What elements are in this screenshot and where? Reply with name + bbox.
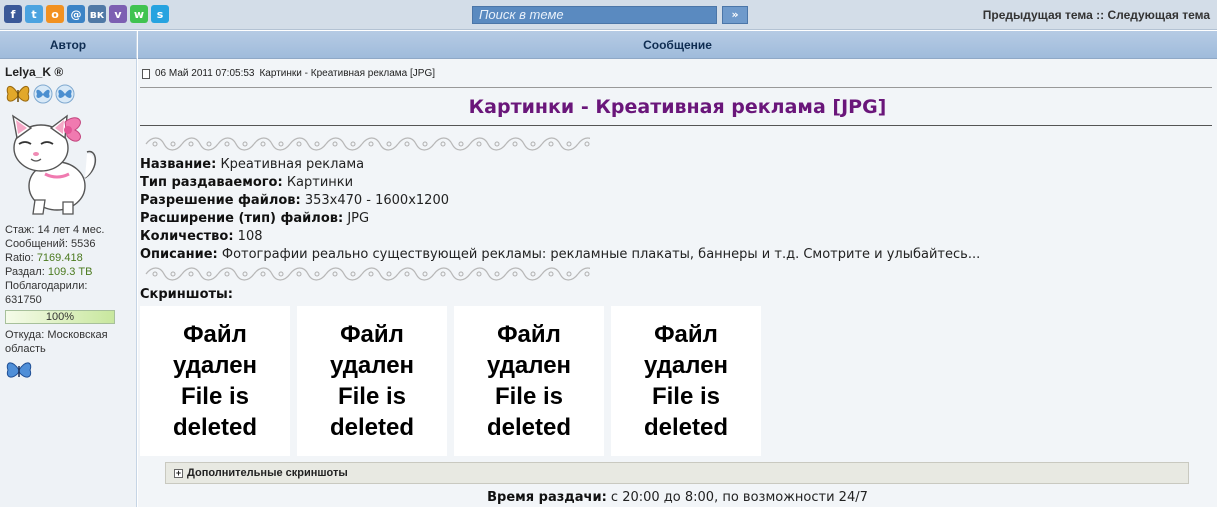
thanks-stat: Поблагодарили: <box>5 280 88 292</box>
topic-navigation: Предыдущая тема :: Следующая тема <box>983 8 1210 22</box>
deleted-file-text: Файл <box>183 321 247 348</box>
deleted-file-text: Файл <box>497 321 561 348</box>
deleted-file-text: deleted <box>486 414 571 441</box>
screenshot-thumbnail[interactable]: Файл удален File is deleted <box>454 306 604 456</box>
meta-divider <box>140 87 1212 88</box>
info-field: Количество: 108 <box>140 228 980 246</box>
deleted-file-text: File is <box>494 383 563 410</box>
deleted-file-text: File is <box>337 383 406 410</box>
whatsapp-icon[interactable]: w <box>130 5 148 23</box>
info-field: Название: Креативная реклама <box>140 156 980 174</box>
spoiler-label: Дополнительные скриншоты <box>187 467 348 479</box>
butterfly-blue-icon <box>55 84 75 104</box>
seed-time: Время раздачи: с 20:00 до 8:00, по возмо… <box>138 490 1217 505</box>
seed-time-label: Время раздачи: <box>487 490 607 505</box>
deleted-file-text: deleted <box>643 414 728 441</box>
info-field-value: 353x470 - 1600x1200 <box>304 193 449 208</box>
butterfly-gold-icon <box>6 86 30 102</box>
release-info: Название: Креативная реклама Тип раздавае… <box>140 156 980 264</box>
user-location: Откуда: Московская область <box>5 329 108 355</box>
butterfly-icon <box>6 362 32 378</box>
vk-icon[interactable]: вк <box>88 5 106 23</box>
upload-stat: Раздал: 109.3 TB <box>5 266 93 278</box>
author-panel: Lelya_K ® Стаж: 14 лет 4 мес. Сообщений:… <box>0 59 137 507</box>
ratio-value: 7169.418 <box>36 252 83 264</box>
post-date[interactable]: 06 Май 2011 07:05:53 <box>155 68 254 79</box>
screenshots-label: Скриншоты: <box>140 287 233 302</box>
deleted-file-text: удален <box>486 352 572 379</box>
avatar <box>12 114 97 215</box>
author-column-header: Автор <box>0 31 137 59</box>
post-icon <box>142 68 150 79</box>
info-field-label: Тип раздаваемого: <box>140 175 283 190</box>
deleted-file-text: File is <box>651 383 720 410</box>
info-field-value: JPG <box>347 211 370 226</box>
top-bar: f t о @ вк v w s Поиск в теме » Предыдущая тема… <box>0 0 1217 30</box>
extra-screenshots-spoiler[interactable]: + Дополнительные скриншоты <box>165 462 1189 484</box>
deleted-file-text: deleted <box>329 414 414 441</box>
search-button[interactable]: » <box>722 6 748 24</box>
screenshot-thumbnail[interactable]: Файл удален File is deleted <box>140 306 290 456</box>
info-field-label: Расширение (тип) файлов: <box>140 211 344 226</box>
viber-icon[interactable]: v <box>109 5 127 23</box>
info-field: Расширение (тип) файлов: JPG <box>140 210 980 228</box>
post-title: Картинки - Креативная реклама [JPG] <box>468 96 887 118</box>
twitter-icon[interactable]: t <box>25 5 43 23</box>
deleted-file-text: File is <box>180 383 249 410</box>
screenshot-thumbnails: Файл удален File is deleted Файл удален File i… <box>140 306 761 456</box>
upload-value: 109.3 TB <box>47 266 93 278</box>
deleted-file-text: удален <box>329 352 415 379</box>
info-field: Описание: Фотографии реально существующе… <box>140 246 980 264</box>
info-field: Разрешение файлов: 353x470 - 1600x1200 <box>140 192 980 210</box>
post-meta: 06 Май 2011 07:05:53 Картинки - Креативн… <box>142 68 435 79</box>
info-field-label: Разрешение файлов: <box>140 193 301 208</box>
deleted-file-text: deleted <box>172 414 257 441</box>
moimir-icon[interactable]: @ <box>67 5 85 23</box>
info-field-label: Название: <box>140 157 217 172</box>
deleted-file-text: удален <box>643 352 729 379</box>
ratio-stat: Ratio: 7169.418 <box>5 252 83 264</box>
info-field-value: 108 <box>237 229 263 244</box>
seed-time-value: с 20:00 до 8:00, по возможности 24/7 <box>610 490 868 505</box>
username[interactable]: Lelya_K ® <box>5 65 131 79</box>
registered-mark: ® <box>54 65 64 79</box>
deleted-file-text: удален <box>172 352 258 379</box>
nav-separator: :: <box>1096 8 1105 22</box>
odnoklassniki-icon[interactable]: о <box>46 5 64 23</box>
ornament-divider <box>145 137 590 151</box>
deleted-file-text: Файл <box>340 321 404 348</box>
post-meta-title: Картинки - Креативная реклама [JPG] <box>259 68 436 79</box>
posts-stat: Сообщений: 5536 <box>5 238 96 250</box>
screenshot-thumbnail[interactable]: Файл удален File is deleted <box>297 306 447 456</box>
social-share-bar: f t о @ вк v w s <box>4 5 169 23</box>
info-field: Тип раздаваемого: Картинки <box>140 174 980 192</box>
skype-icon[interactable]: s <box>151 5 169 23</box>
info-field-value: Картинки <box>286 175 354 190</box>
message-panel: 06 Май 2011 07:05:53 Картинки - Креативн… <box>138 59 1217 507</box>
message-column-header: Сообщение <box>138 31 1217 59</box>
next-topic-link[interactable]: Следующая тема <box>1107 8 1210 22</box>
experience-stat: Стаж: 14 лет 4 мес. <box>5 224 105 236</box>
facebook-icon[interactable]: f <box>4 5 22 23</box>
prev-topic-link[interactable]: Предыдущая тема <box>983 8 1093 22</box>
user-badges <box>5 82 131 106</box>
info-field-value: Креативная реклама <box>220 157 365 172</box>
search-input[interactable]: Поиск в теме <box>472 6 717 24</box>
info-field-value: Фотографии реально существующей рекламы:… <box>221 247 981 262</box>
thanks-value: 631750 <box>5 294 42 306</box>
user-stats: Стаж: 14 лет 4 мес. Сообщений: 5536 Rati… <box>5 223 131 307</box>
title-divider <box>140 125 1212 126</box>
screenshot-thumbnail[interactable]: Файл удален File is deleted <box>611 306 761 456</box>
deleted-file-text: Файл <box>654 321 718 348</box>
expand-icon: + <box>174 467 183 478</box>
progress-bar: 100% <box>5 310 115 324</box>
butterfly-blue-icon <box>33 84 53 104</box>
ornament-divider <box>145 267 590 281</box>
info-field-label: Количество: <box>140 229 234 244</box>
info-field-label: Описание: <box>140 247 218 262</box>
